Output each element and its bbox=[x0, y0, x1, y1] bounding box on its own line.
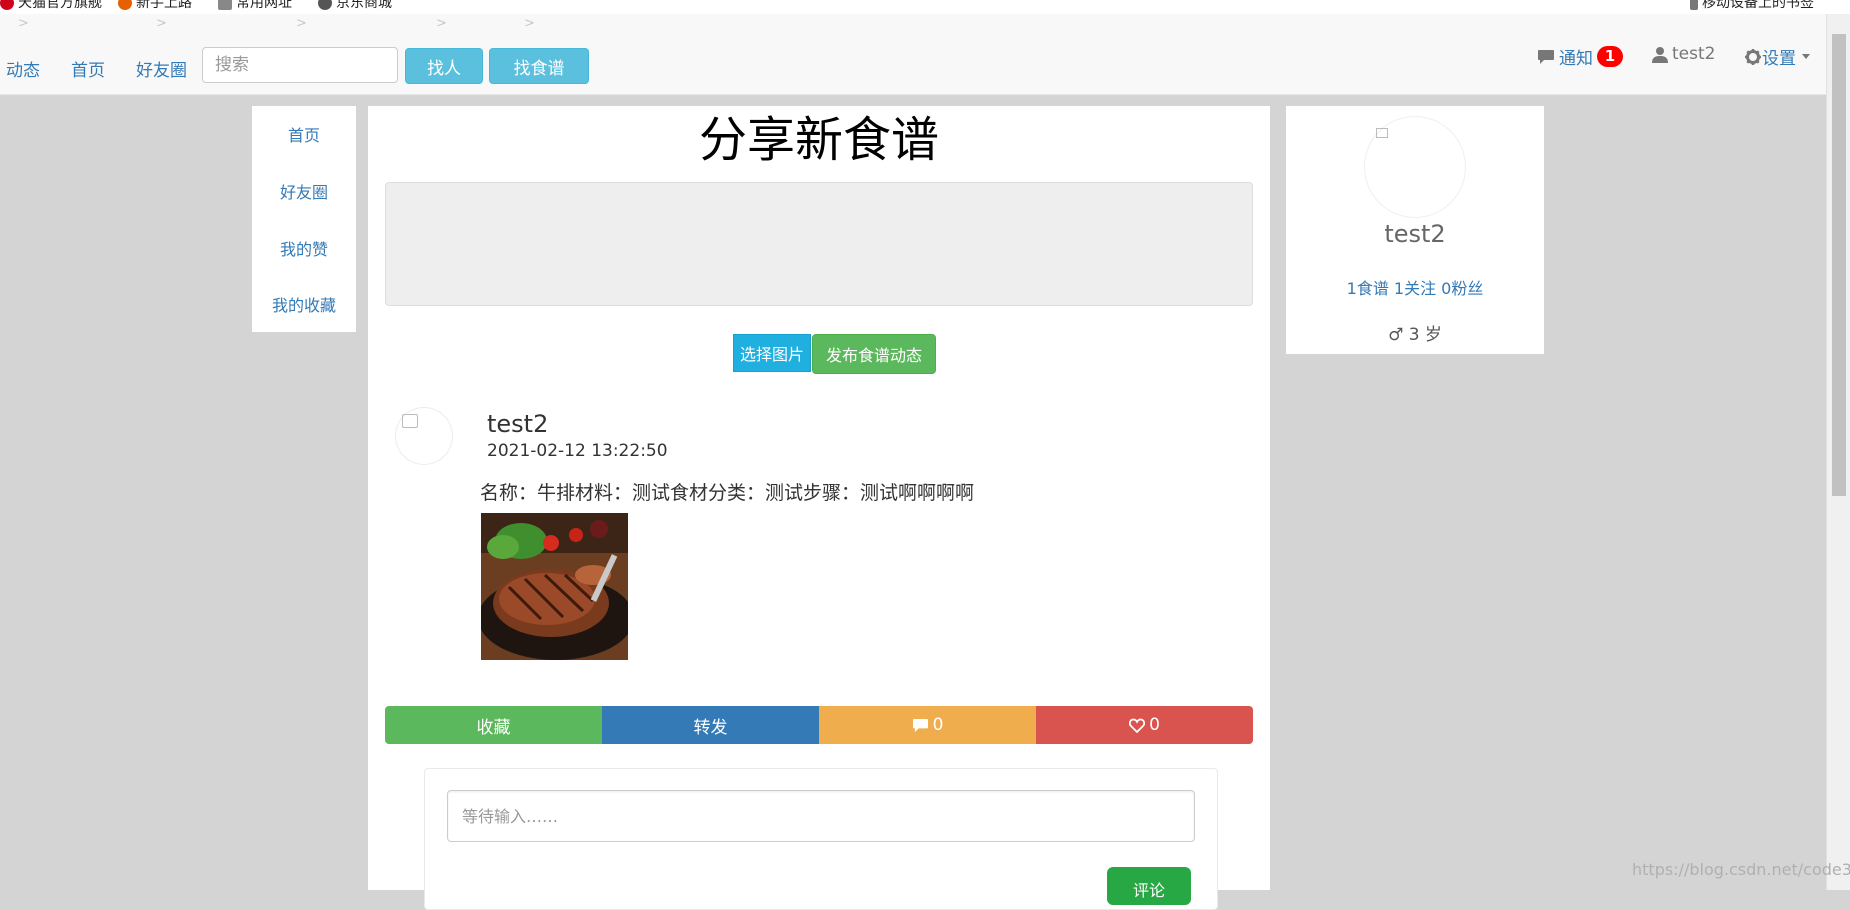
left-menu: 首页 好友圈 我的赞 我的收藏 bbox=[252, 106, 356, 332]
main-panel: 分享新食谱 选择图片 发布食谱动态 test2 2021-02-12 13:22… bbox=[368, 106, 1270, 910]
search-input[interactable] bbox=[202, 47, 398, 83]
red-dot-icon bbox=[0, 0, 14, 10]
post-username[interactable]: test2 bbox=[487, 410, 548, 438]
comment-box: 评论 bbox=[424, 768, 1218, 910]
comment-input[interactable] bbox=[447, 790, 1195, 842]
like-count: 0 bbox=[1149, 715, 1160, 735]
forward-label: 转发 bbox=[693, 717, 728, 738]
profile-avatar[interactable] bbox=[1364, 116, 1466, 218]
bookmark-label: 京东商城 bbox=[336, 0, 392, 11]
broken-image-icon bbox=[1376, 128, 1388, 138]
mobile-icon bbox=[1690, 0, 1698, 10]
favorite-label: 收藏 bbox=[476, 717, 511, 738]
find-recipe-button[interactable]: 找食谱 bbox=[489, 48, 589, 84]
comment-icon bbox=[1538, 49, 1554, 64]
settings-label: 设置 bbox=[1762, 49, 1796, 69]
submit-comment-button[interactable]: 评论 bbox=[1107, 867, 1191, 905]
notify-label: 通知 bbox=[1559, 49, 1593, 69]
bookmark-label: 天猫官方旗舰 bbox=[18, 0, 102, 11]
profile-card: test2 1食谱 1关注 0粉丝 ♂ 3 岁 bbox=[1286, 106, 1544, 354]
comment-icon bbox=[912, 718, 928, 732]
choose-image-button[interactable]: 选择图片 bbox=[733, 334, 811, 372]
user-name: test2 bbox=[1672, 44, 1716, 64]
share-textarea[interactable] bbox=[385, 182, 1253, 306]
left-menu-friends[interactable]: 好友圈 bbox=[252, 179, 356, 203]
bookmark-label: 新手上路 bbox=[136, 0, 192, 11]
profile-age: ♂ 3 岁 bbox=[1388, 325, 1442, 345]
page-scrollbar[interactable] bbox=[1826, 14, 1850, 890]
bookmarks-bar: 天猫官方旗舰 新手上路 常用网址 京东商城 移动设备上的书签 bbox=[0, 0, 1850, 15]
page-title: 分享新食谱 bbox=[698, 112, 939, 168]
left-menu-home[interactable]: 首页 bbox=[252, 122, 356, 146]
left-menu-likes[interactable]: 我的赞 bbox=[252, 236, 356, 260]
broken-image-icon bbox=[402, 414, 418, 428]
gear-icon bbox=[1745, 48, 1761, 65]
bookmark-item[interactable]: 移动设备上的书签 bbox=[1690, 0, 1814, 12]
nav-link-dynamic[interactable]: 动态 bbox=[6, 56, 40, 81]
scrollbar-thumb[interactable] bbox=[1832, 34, 1846, 496]
left-menu-favorites[interactable]: 我的收藏 bbox=[252, 292, 356, 316]
firefox-icon bbox=[118, 0, 132, 10]
post-content: 名称：牛排材料：测试食材分类：测试步骤：测试啊啊啊啊 bbox=[480, 482, 975, 504]
forward-button[interactable]: 转发 bbox=[602, 706, 819, 744]
post-avatar[interactable] bbox=[395, 407, 453, 465]
nav-link-home[interactable]: 首页 bbox=[71, 56, 105, 81]
breadcrumb-separators: > > > > > bbox=[18, 16, 535, 31]
publish-recipe-button[interactable]: 发布食谱动态 bbox=[812, 334, 936, 374]
bookmark-item[interactable]: 常用网址 bbox=[218, 0, 292, 12]
bookmark-item[interactable]: 天猫官方旗舰 bbox=[0, 0, 102, 12]
watermark: https://blog.csdn.net/code300 bbox=[1632, 860, 1850, 879]
bookmark-item[interactable]: 京东商城 bbox=[318, 0, 392, 12]
top-navbar: > > > > > 动态 首页 好友圈 找人 找食谱 通知 1 test2 bbox=[0, 14, 1826, 95]
globe-icon bbox=[318, 0, 332, 10]
user-link[interactable]: test2 bbox=[1652, 44, 1715, 64]
nav-link-friends[interactable]: 好友圈 bbox=[136, 56, 187, 81]
notify-badge: 1 bbox=[1597, 46, 1623, 67]
post-action-bar: 收藏 转发 0 0 bbox=[385, 706, 1253, 744]
steak-image[interactable] bbox=[481, 513, 628, 660]
bookmark-item[interactable]: 新手上路 bbox=[118, 0, 192, 12]
profile-name: test2 bbox=[1384, 220, 1446, 248]
bookmark-label: 移动设备上的书签 bbox=[1702, 0, 1814, 11]
like-button[interactable]: 0 bbox=[1036, 706, 1253, 744]
comment-toggle-button[interactable]: 0 bbox=[819, 706, 1036, 744]
bookmark-label: 常用网址 bbox=[236, 0, 292, 11]
post-timestamp: 2021-02-12 13:22:50 bbox=[487, 441, 668, 461]
find-people-button[interactable]: 找人 bbox=[405, 48, 483, 84]
favorite-button[interactable]: 收藏 bbox=[385, 706, 602, 744]
user-icon bbox=[1652, 46, 1668, 63]
comment-count: 0 bbox=[932, 715, 944, 735]
folder-icon bbox=[218, 0, 232, 10]
profile-stats[interactable]: 1食谱 1关注 0粉丝 bbox=[1286, 275, 1544, 299]
heart-icon bbox=[1129, 718, 1146, 733]
settings-dropdown[interactable]: 设置 bbox=[1745, 44, 1810, 69]
chevron-down-icon bbox=[1802, 54, 1810, 59]
notify-link[interactable]: 通知 1 bbox=[1537, 44, 1623, 69]
